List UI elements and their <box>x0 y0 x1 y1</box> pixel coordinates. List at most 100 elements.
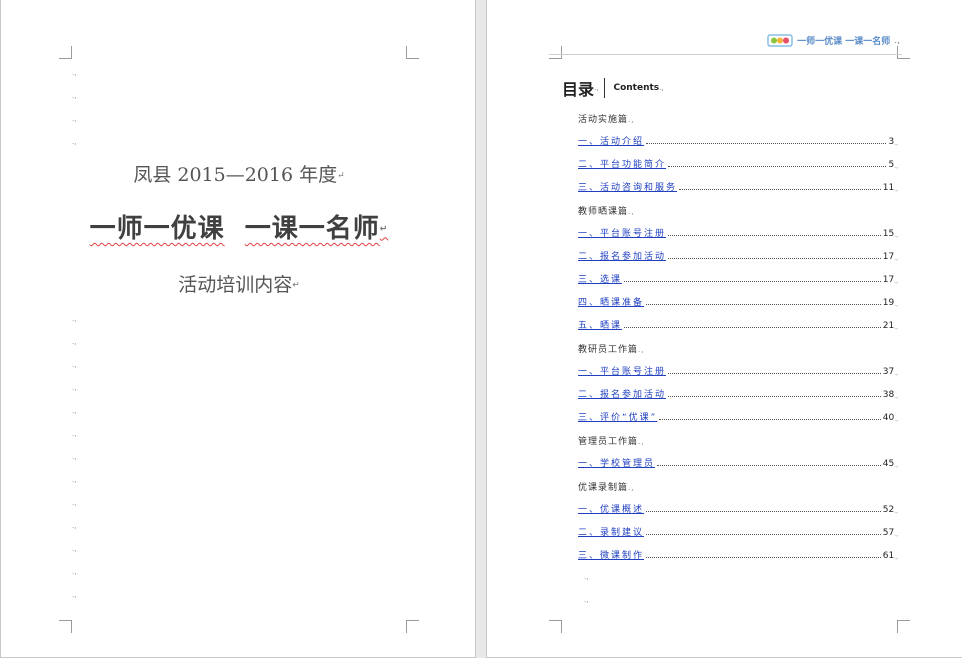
paragraph-mark: ., <box>894 531 898 538</box>
toc-leader-dots <box>657 465 881 466</box>
toc-entry[interactable]: 一、活动介绍 3., <box>578 135 898 147</box>
paragraph-mark: ., <box>72 315 77 323</box>
toc-entry[interactable]: 二、报名参加活动 38., <box>578 388 898 400</box>
toc-entry-page-number: 45 <box>882 459 895 469</box>
toc-entry-link[interactable]: 一、学校管理员 <box>578 456 655 469</box>
toc-section-title: 教研员工作篇., <box>578 342 644 355</box>
toc-entry-link[interactable]: 一、平台账号注册 <box>578 364 666 377</box>
toc-entry-page-number: 40 <box>882 413 895 423</box>
cover-title-part-a: 一师一优课 <box>89 214 225 244</box>
toc-entry-page-number: 57 <box>882 528 895 538</box>
margin-corner-top-left <box>549 46 562 59</box>
paragraph-mark: ., <box>894 301 898 308</box>
toc-entry-page-number: 19 <box>882 298 895 308</box>
paragraph-mark: ., <box>72 545 77 553</box>
toc-section-title-text: 管理员工作篇 <box>578 437 639 447</box>
toc-entry-page-number: 61 <box>882 551 895 561</box>
toc-entry[interactable]: 一、优课概述 52., <box>578 503 898 515</box>
cover-year-line: 凤县 2015—2016 年度↵ <box>1 160 477 187</box>
paragraph-mark: ., <box>72 138 77 146</box>
toc-section-title-text: 教研员工作篇 <box>578 345 639 355</box>
paragraph-mark: ., <box>894 416 898 423</box>
toc-entry-link[interactable]: 一、优课概述 <box>578 502 644 515</box>
paragraph-mark: ., <box>72 591 77 599</box>
toc-entry-link[interactable]: 四、晒课准备 <box>578 295 644 308</box>
cover-year-text: 凤县 2015—2016 年度 <box>133 164 338 186</box>
margin-corner-bottom-right <box>897 620 910 633</box>
header-logo-text: 一师一优课 一课一名师 <box>797 37 891 47</box>
toc-entry-link[interactable]: 二、报名参加活动 <box>578 249 666 262</box>
toc-leader-dots <box>668 166 887 167</box>
paragraph-mark: ., <box>894 232 898 239</box>
toc-section-title: 活动实施篇., <box>578 112 634 125</box>
toc-leader-dots <box>646 557 881 558</box>
paragraph-mark: ., <box>72 407 77 415</box>
toc-section-title: 教师晒课篇., <box>578 204 634 217</box>
toc-heading: 目录., Contents., <box>562 76 664 100</box>
toc-entry[interactable]: 四、晒课准备 19., <box>578 296 898 308</box>
paragraph-mark: ., <box>628 208 635 216</box>
paragraph-mark: ., <box>628 116 635 124</box>
toc-entry[interactable]: 一、学校管理员 45., <box>578 457 898 469</box>
toc-entry-link[interactable]: 三、评价“优课” <box>578 410 657 423</box>
toc-entry[interactable]: 一、平台账号注册 37., <box>578 365 898 377</box>
toc-entry-link[interactable]: 二、报名参加活动 <box>578 387 666 400</box>
toc-title: 目录 <box>562 80 595 99</box>
toc-entry[interactable]: 二、报名参加活动 17., <box>578 250 898 262</box>
return-mark: ↵ <box>337 171 345 181</box>
toc-leader-dots <box>668 396 881 397</box>
toc-entry[interactable]: 三、微课制作 61., <box>578 549 898 561</box>
toc-leader-dots <box>646 534 881 535</box>
paragraph-mark: ., <box>72 522 77 530</box>
cover-subtitle-text: 活动培训内容 <box>178 274 293 296</box>
paragraph-mark: ., <box>894 370 898 377</box>
header-divider <box>549 54 902 55</box>
toc-leader-dots <box>624 281 881 282</box>
toc-entry[interactable]: 五、晒课 21., <box>578 319 898 331</box>
toc-entry-link[interactable]: 一、活动介绍 <box>578 134 644 147</box>
toc-entry-link[interactable]: 三、选课 <box>578 272 622 285</box>
toc-entry[interactable]: 二、录制建议 57., <box>578 526 898 538</box>
header-logo-icon <box>767 34 793 47</box>
toc-entry-page-number: 17 <box>882 275 895 285</box>
toc-leader-dots <box>646 304 881 305</box>
paragraph-mark: ., <box>72 338 77 346</box>
toc-entry[interactable]: 三、评价“优课” 40., <box>578 411 898 423</box>
toc-entry-page-number: 21 <box>882 321 895 331</box>
toc-entry-link[interactable]: 三、活动咨询和服务 <box>578 180 677 193</box>
return-mark: ↵ <box>379 224 389 235</box>
paragraph-mark: ., <box>72 476 77 484</box>
paragraph-mark: ., <box>72 115 77 123</box>
toc-section-title-text: 教师晒课篇 <box>578 207 629 217</box>
margin-corner-top-left <box>59 46 72 59</box>
paragraph-mark: ., <box>72 92 77 100</box>
paragraph-mark: ., <box>894 278 898 285</box>
toc-entry-link[interactable]: 二、平台功能简介 <box>578 157 666 170</box>
paragraph-mark: ., <box>894 163 898 170</box>
margin-corner-bottom-left <box>59 620 72 633</box>
paragraph-mark: ., <box>72 568 77 576</box>
paragraph-mark: ., <box>894 255 898 262</box>
toc-entry-page-number: 37 <box>882 367 895 377</box>
paragraph-mark: ., <box>638 438 645 446</box>
toc-leader-dots <box>646 511 881 512</box>
paragraph-mark: ., <box>894 140 898 147</box>
toc-entry[interactable]: 三、选课 17., <box>578 273 898 285</box>
page-header: 一师一优课 一课一名师., <box>767 33 900 48</box>
toc-section-title: 优课录制篇., <box>578 480 634 493</box>
paragraph-mark: ., <box>894 324 898 331</box>
paragraph-mark: ., <box>894 35 900 46</box>
toc-entry[interactable]: 二、平台功能简介 5., <box>578 158 898 170</box>
toc-entry-link[interactable]: 五、晒课 <box>578 318 622 331</box>
paragraph-mark: ., <box>72 453 77 461</box>
toc-entry[interactable]: 三、活动咨询和服务 11., <box>578 181 898 193</box>
toc-entry-link[interactable]: 三、微课制作 <box>578 548 644 561</box>
paragraph-mark: ., <box>894 508 898 515</box>
toc-entry-page-number: 38 <box>882 390 895 400</box>
toc-entry-link[interactable]: 二、录制建议 <box>578 525 644 538</box>
paragraph-mark: ., <box>894 462 898 469</box>
paragraph-mark: ., <box>72 69 77 77</box>
paragraph-mark: ., <box>628 484 635 492</box>
toc-entry-link[interactable]: 一、平台账号注册 <box>578 226 666 239</box>
toc-entry[interactable]: 一、平台账号注册 15., <box>578 227 898 239</box>
